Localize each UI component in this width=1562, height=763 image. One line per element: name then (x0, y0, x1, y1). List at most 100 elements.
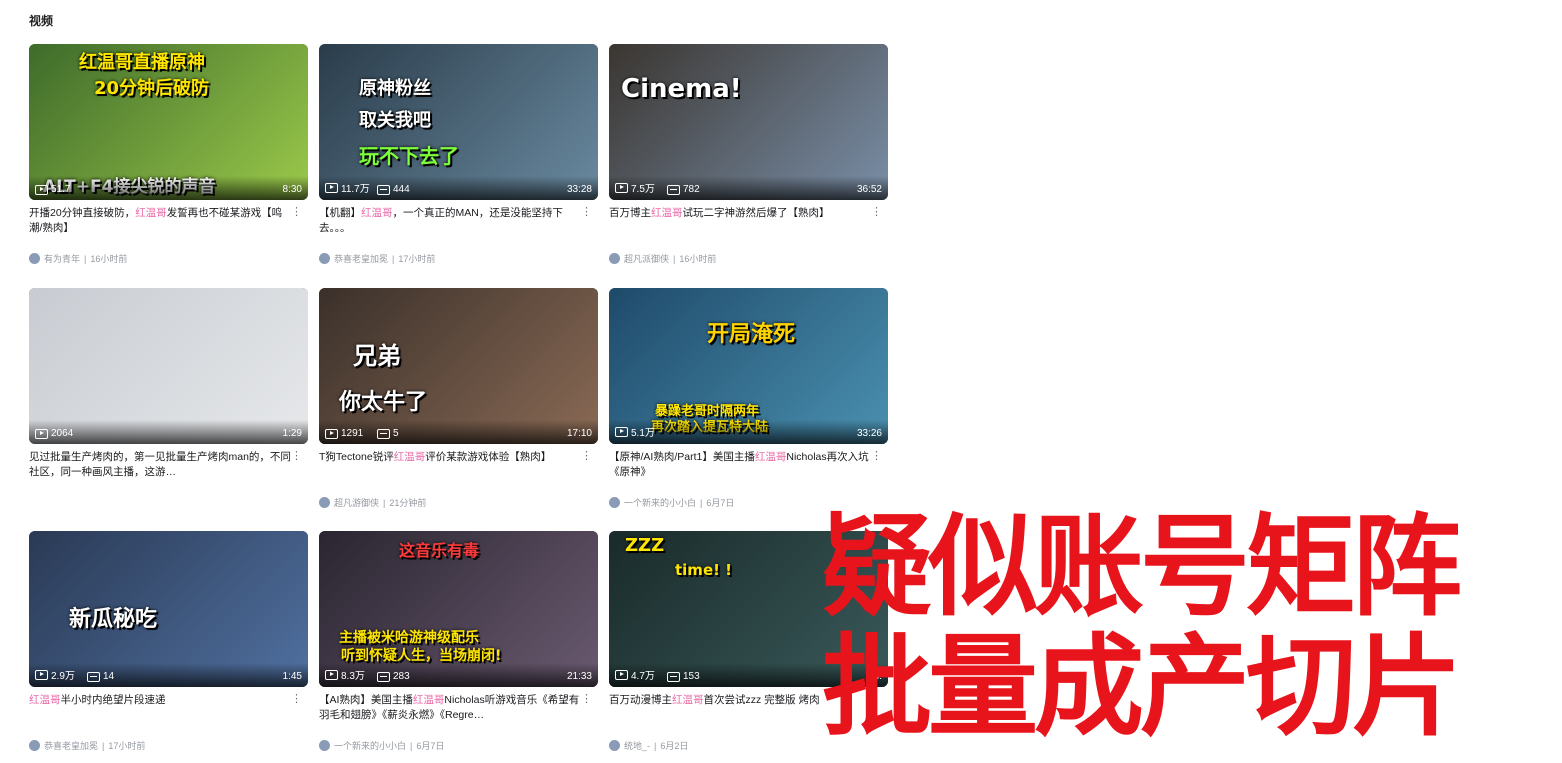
video-title[interactable]: 红温哥半小时内绝望片段速递 (29, 693, 291, 708)
title-prefix: 【AI熟肉】美国主播 (319, 694, 413, 706)
video-thumbnail[interactable]: 新瓜秘吃 2.9万 14 1:45 (29, 531, 308, 687)
author-avatar[interactable] (609, 497, 620, 508)
author-avatar[interactable] (319, 740, 330, 751)
author-avatar[interactable] (29, 253, 40, 264)
play-count-icon (325, 428, 338, 439)
play-count-icon (325, 182, 338, 193)
author-line[interactable]: 恭喜老皇加冕 | 17小时前 (29, 739, 145, 752)
danmaku-count-value: 5 (393, 428, 399, 439)
more-options-icon[interactable]: ⋮ (291, 207, 302, 218)
author-line[interactable]: 统地_- | 6月2日 (609, 739, 688, 752)
video-card[interactable]: 新瓜秘吃 2.9万 14 1:45 红温哥半小时内绝望片段速递 ⋮ 恭喜老皇加冕 | 17小时前 (29, 531, 308, 763)
play-count-icon (615, 426, 628, 437)
video-title[interactable]: 百万博主红温哥试玩二字神游然后爆了【熟肉】 (609, 206, 871, 221)
more-options-icon[interactable]: ⋮ (871, 207, 882, 218)
view-count-value: 2064 (51, 428, 74, 439)
video-card[interactable]: 开局淹死暴躁老哥时隔两年再次踏入提瓦特大陆5.1万33:26 【原神/AI熟肉/P… (609, 288, 888, 520)
separator: | (84, 253, 87, 264)
play-count-icon (35, 669, 48, 680)
danmaku-count-value: 153 (683, 671, 700, 682)
video-thumbnail[interactable]: Cinema! 7.5万 782 36:52 (609, 44, 888, 200)
publish-time: 16小时前 (679, 254, 717, 264)
title-highlight: 红温哥 (29, 694, 61, 706)
video-title[interactable]: 【原神/AI熟肉/Part1】美国主播红温哥Nicholas再次入坑《原神》 (609, 450, 871, 480)
more-options-icon[interactable]: ⋮ (581, 207, 592, 218)
author-line[interactable]: 一个新来的小小白 | 6月7日 (319, 739, 444, 752)
video-title[interactable]: 见过批量生产烤肉的，第一见批量生产烤肉man的，不同社区，同一种画风主播，这游… (29, 450, 291, 480)
danmaku-count-value: 782 (683, 184, 700, 195)
author-name[interactable]: 统地_- (624, 739, 650, 752)
author-name[interactable]: 超凡游御侠 (334, 496, 379, 509)
author-line[interactable]: 有为青年 | 16小时前 (29, 252, 127, 265)
publish-time: 17小时前 (398, 254, 436, 264)
video-title[interactable]: 开播20分钟直接破防，红温哥发誓再也不碰某游戏【鸣潮/熟肉】 (29, 206, 291, 236)
author-name[interactable]: 一个新来的小小白 (334, 739, 406, 752)
thumbnail-stats-bar: 1291 5 17:10 (319, 420, 598, 444)
author-name[interactable]: 有为青年 (44, 252, 80, 265)
view-count-value: 8.3万 (341, 671, 365, 682)
video-title[interactable]: T狗Tectone锐评红温哥评价某款游戏体验【熟肉】 (319, 450, 581, 465)
author-name[interactable]: 一个新来的小小白 (624, 496, 696, 509)
author-line[interactable]: 恭喜老皇加冕 | 17小时前 (319, 252, 435, 265)
overlay-caption-line-1: 疑似账号矩阵 (822, 503, 1462, 631)
author-avatar[interactable] (29, 740, 40, 751)
thumbnail-caption: 取关我吧 (359, 110, 431, 131)
video-thumbnail[interactable]: 兄弟 你太牛了 1291 5 17:10 (319, 288, 598, 444)
author-avatar[interactable] (609, 740, 620, 751)
more-options-icon[interactable]: ⋮ (291, 694, 302, 705)
danmaku-count: 782 (667, 184, 700, 195)
view-count: 51.7 (35, 184, 70, 195)
author-line[interactable]: 超凡派御侠 | 16小时前 (609, 252, 716, 265)
author-line[interactable]: 超凡游御侠 | 21分钟前 (319, 496, 426, 509)
author-name[interactable]: 恭喜老皇加冕 (334, 252, 388, 265)
title-prefix: T狗Tectone锐评 (319, 451, 394, 463)
play-count-icon (35, 428, 48, 439)
view-count: 5.1万 (615, 424, 655, 439)
video-thumbnail[interactable]: 2064 1:29 (29, 288, 308, 444)
thumbnail-caption: ZZZ (625, 535, 665, 556)
video-duration: 1:45 (282, 671, 302, 682)
video-duration: 8:30 (282, 184, 302, 195)
title-prefix: 开播20分钟直接破防， (29, 207, 136, 219)
danmaku-count-value: 283 (393, 671, 410, 682)
video-thumbnail[interactable]: 红温哥直播原神20分钟后破防ALT+F4接尖锐的声音51.78:30 (29, 44, 308, 200)
video-card[interactable]: 原神粉丝 取关我吧 玩不下去了 11.7万 444 33:28 【机翻】红温哥，一个真正的M… (319, 44, 598, 276)
thumbnail-caption: 兄弟 (353, 342, 401, 370)
author-avatar[interactable] (319, 497, 330, 508)
title-highlight: 红温哥 (672, 694, 704, 706)
view-count-value: 4.7万 (631, 671, 655, 682)
video-title[interactable]: 【AI熟肉】美国主播红温哥Nicholas听游戏音乐《希望有羽毛和翅膀》《薪炎永… (319, 693, 581, 723)
video-thumbnail[interactable]: 这音乐有毒 主播被米哈游神级配乐 听到怀疑人生，当场崩闭! 8.3万 283 21:33 (319, 531, 598, 687)
video-card[interactable]: 红温哥直播原神20分钟后破防ALT+F4接尖锐的声音51.78:30开播20分钟… (29, 44, 308, 276)
video-card[interactable]: 兄弟 你太牛了 1291 5 17:10 T狗Tectone锐评红温哥评价某款游戏体验【熟… (319, 288, 598, 520)
danmaku-count: 153 (667, 671, 700, 682)
author-avatar[interactable] (609, 253, 620, 264)
video-card[interactable]: Cinema! 7.5万 782 36:52 百万博主红温哥试玩二字神游然后爆了【熟肉】… (609, 44, 888, 276)
title-highlight: 红温哥 (393, 451, 426, 463)
danmaku-count-value: 14 (103, 671, 115, 682)
separator: | (410, 740, 413, 751)
publish-time: 17小时前 (108, 741, 146, 751)
video-card[interactable]: 这音乐有毒 主播被米哈游神级配乐 听到怀疑人生，当场崩闭! 8.3万 283 21:33 【… (319, 531, 598, 763)
author-avatar[interactable] (319, 253, 330, 264)
author-name[interactable]: 超凡派御侠 (624, 252, 669, 265)
more-options-icon[interactable]: ⋮ (291, 451, 302, 462)
separator: | (383, 497, 386, 508)
more-options-icon[interactable]: ⋮ (581, 694, 592, 705)
thumbnail-stats-bar: 5.1万 33:26 (609, 420, 888, 444)
video-title[interactable]: 【机翻】红温哥，一个真正的MAN，还是没能坚持下去。。。 (319, 206, 581, 236)
author-name[interactable]: 恭喜老皇加冕 (44, 739, 98, 752)
video-thumbnail[interactable]: 原神粉丝 取关我吧 玩不下去了 11.7万 444 33:28 (319, 44, 598, 200)
title-prefix: 【机翻】 (319, 207, 361, 219)
more-options-icon[interactable]: ⋮ (581, 451, 592, 462)
play-count-icon (325, 669, 338, 680)
title-suffix: 评价某款游戏体验【熟肉】 (425, 451, 552, 463)
play-count-icon (615, 182, 628, 193)
title-prefix: 百万动漫博主 (609, 694, 672, 706)
more-options-icon[interactable]: ⋮ (871, 451, 882, 462)
video-thumbnail[interactable]: 开局淹死暴躁老哥时隔两年再次踏入提瓦特大陆5.1万33:26 (609, 288, 888, 444)
video-card[interactable]: 2064 1:29 见过批量生产烤肉的，第一见批量生产烤肉man的，不同社区，同一种… (29, 288, 308, 520)
author-line[interactable]: 一个新来的小小白 | 6月7日 (609, 496, 734, 509)
thumbnail-caption: 这音乐有毒 (399, 541, 480, 560)
danmaku-icon (377, 428, 390, 439)
